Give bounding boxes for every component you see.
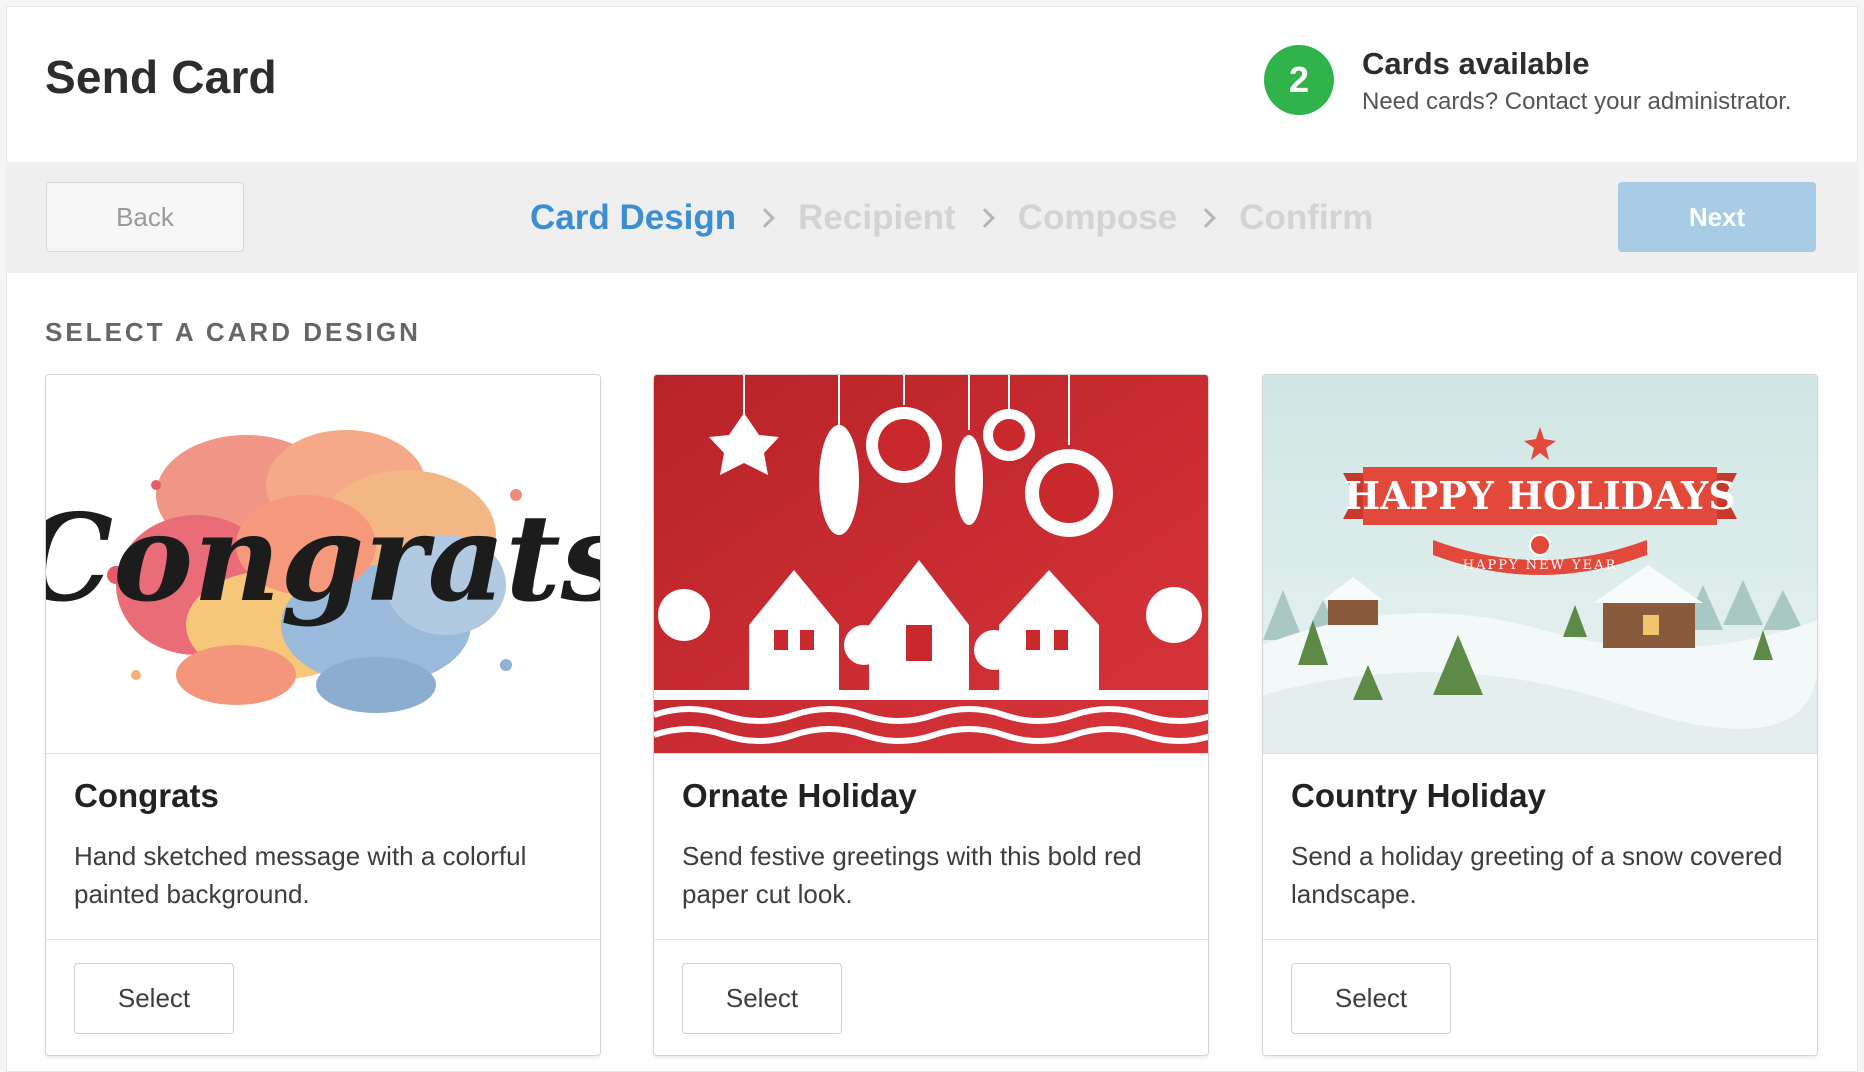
- card-ornate-holiday[interactable]: Ornate Holiday Send festive greetings wi…: [653, 374, 1209, 1056]
- wizard-toolbar: Back Card Design Recipient Compose Confi…: [6, 162, 1858, 273]
- card-title: Congrats: [74, 777, 219, 814]
- country-holiday-illustration: HAPPY HOLIDAYS HAPPY NEW YEAR: [1263, 375, 1817, 753]
- step-card-design[interactable]: Card Design: [530, 198, 736, 238]
- card-image-ornate-holiday[interactable]: [654, 375, 1208, 754]
- new-year-text: HAPPY NEW YEAR: [1463, 558, 1618, 573]
- card-country-holiday[interactable]: HAPPY HOLIDAYS HAPPY NEW YEAR Country Ho…: [1262, 374, 1818, 1056]
- step-recipient[interactable]: Recipient: [798, 198, 956, 238]
- card-image-country-holiday[interactable]: HAPPY HOLIDAYS HAPPY NEW YEAR: [1263, 375, 1817, 754]
- card-divider: [46, 939, 600, 940]
- chevron-right-icon: [1196, 207, 1217, 228]
- back-button[interactable]: Back: [46, 182, 244, 252]
- card-divider: [1263, 939, 1817, 940]
- cards-available-badge: 2: [1264, 45, 1334, 115]
- chevron-right-icon: [755, 207, 776, 228]
- select-button[interactable]: Select: [1291, 963, 1451, 1034]
- happy-holidays-text: HAPPY HOLIDAYS: [1344, 473, 1736, 518]
- cards-available-label: Cards available: [1362, 46, 1590, 81]
- chevron-right-icon: [974, 207, 995, 228]
- card-description: Send festive greetings with this bold re…: [682, 841, 1142, 909]
- card-title: Ornate Holiday: [682, 777, 917, 814]
- step-compose[interactable]: Compose: [1018, 198, 1177, 238]
- select-button[interactable]: Select: [682, 963, 842, 1034]
- congrats-illustration: Congrats: [46, 375, 600, 753]
- card-description: Send a holiday greeting of a snow covere…: [1291, 841, 1783, 909]
- page-title: Send Card: [45, 51, 277, 103]
- congrats-lettering: Congrats: [46, 488, 600, 629]
- card-image-congrats[interactable]: Congrats: [46, 375, 600, 754]
- section-heading: SELECT A CARD DESIGN: [45, 317, 421, 347]
- next-button[interactable]: Next: [1618, 182, 1816, 252]
- card-congrats[interactable]: Congrats Congrats Hand sketched message …: [45, 374, 601, 1056]
- card-divider: [654, 939, 1208, 940]
- select-button[interactable]: Select: [74, 963, 234, 1034]
- card-title: Country Holiday: [1291, 777, 1546, 814]
- step-confirm[interactable]: Confirm: [1239, 198, 1373, 238]
- card-description: Hand sketched message with a colorful pa…: [74, 841, 527, 909]
- cards-available-help: Need cards? Contact your administrator.: [1362, 88, 1792, 115]
- wizard-steps: Card Design Recipient Compose Confirm: [530, 162, 1373, 273]
- ornate-holiday-illustration: [654, 375, 1208, 753]
